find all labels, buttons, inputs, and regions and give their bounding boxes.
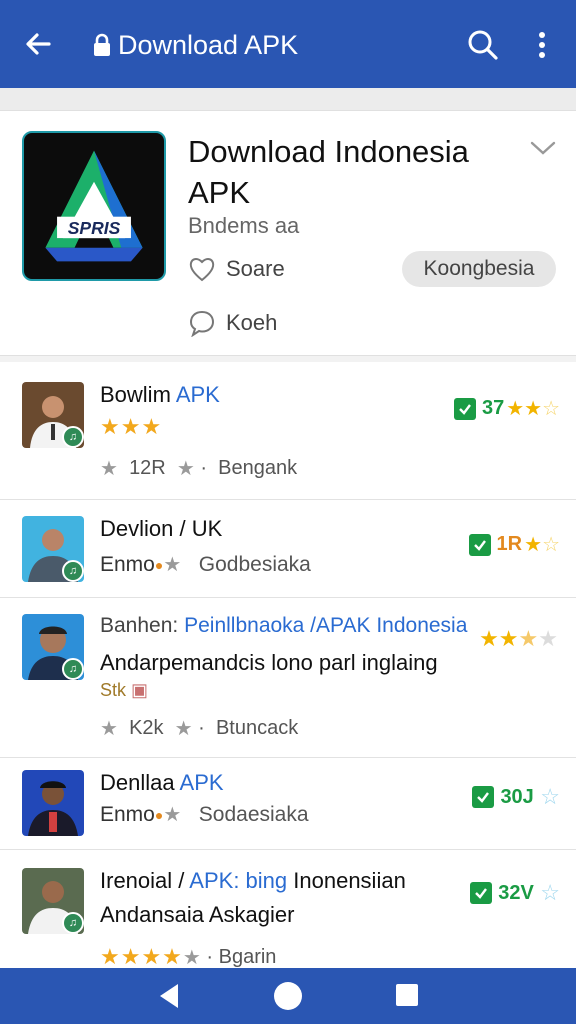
- app-icon[interactable]: SPRIS: [22, 131, 166, 281]
- chat-bubble-icon: [189, 310, 215, 337]
- back-button[interactable]: [20, 26, 56, 62]
- item-meta: ★ 12R ★ · Bengank: [100, 457, 298, 480]
- verified-badge: ♫: [62, 912, 84, 934]
- verified-badge: ♫: [62, 658, 84, 680]
- item-rating-stars: ★★ ★ ★: [479, 626, 558, 651]
- item-rating-tag: 32V ☆: [470, 880, 560, 906]
- comment-label: Koeh: [226, 310, 278, 335]
- app-icon-text: SPRIS: [68, 218, 121, 238]
- list-item[interactable]: ♫ Devlion / UK Enmo ● ★ Godbesiaka 1R ★ ☆: [0, 500, 576, 598]
- more-options-icon[interactable]: [530, 28, 554, 62]
- lock-icon: [94, 33, 110, 56]
- share-label: Soare: [226, 256, 285, 281]
- item-title: Denllaa APK: [100, 770, 224, 795]
- title-area: Download APK: [92, 28, 298, 62]
- item-subtitle: Andarpemandcis lono parl inglaing: [100, 650, 438, 675]
- star-icon: ★: [100, 718, 118, 740]
- heart-icon: [189, 258, 215, 282]
- header-divider: [0, 88, 576, 110]
- star-icon: ★: [174, 718, 193, 740]
- nav-back-icon[interactable]: [156, 982, 182, 1010]
- arrow-left-icon: [26, 33, 51, 55]
- app-logo-icon: SPRIS: [45, 150, 143, 262]
- item-title: Irenoial / APK: bing Inonensiian: [100, 868, 406, 893]
- page-title: Download APK: [118, 29, 299, 60]
- star-icon: ★: [176, 458, 195, 480]
- system-nav-bar: [0, 968, 576, 1024]
- star-icon: ★: [163, 554, 182, 576]
- share-action[interactable]: Soare: [188, 255, 285, 283]
- star-icon: ★: [100, 458, 118, 480]
- item-rating-tag: 30J ☆: [472, 784, 560, 810]
- item-rating-tag: 1R ★ ☆: [468, 532, 560, 557]
- item-extra: Stk ▣: [100, 680, 149, 700]
- top-app-bar: Download APK: [0, 0, 576, 88]
- nav-home-icon[interactable]: [274, 982, 302, 1010]
- item-rating-tag: 37 ★★ ☆: [453, 396, 560, 421]
- avatar: ♫: [22, 614, 84, 680]
- item-meta: ★ K2k ★ · Btuncack: [100, 717, 299, 740]
- item-meta: Enmo ● ★ Godbesiaka: [100, 552, 311, 577]
- chevron-down-icon[interactable]: [528, 135, 558, 159]
- check-icon: [468, 533, 491, 556]
- avatar: ♫: [22, 516, 84, 582]
- avatar: ♫: [22, 868, 84, 934]
- app-name: Download Indonesia APK: [188, 134, 469, 210]
- category-chip[interactable]: Koongbesia: [402, 251, 556, 287]
- app-list: ♫ Bowlim APK ★★★ ★ 12R ★ · Bengank 37 ★★ ☆…: [0, 362, 576, 968]
- check-icon: [453, 397, 476, 420]
- avatar: [22, 770, 84, 836]
- verified-badge: ♫: [62, 560, 84, 582]
- avatar: ♫: [22, 382, 84, 448]
- verified-badge: ♫: [62, 426, 84, 448]
- item-subtitle: Andansaia Askagier: [100, 902, 295, 927]
- list-item[interactable]: ♫ Bowlim APK ★★★ ★ 12R ★ · Bengank 37 ★★ ☆: [0, 362, 576, 500]
- search-icon[interactable]: [466, 28, 500, 62]
- item-rating-stars: ★★★: [100, 414, 163, 439]
- list-item[interactable]: ♫ Banhen: Peinllbnaoka /APAK Indonesia A…: [0, 598, 576, 758]
- star-icon: ★: [182, 946, 201, 969]
- check-icon: [472, 786, 495, 808]
- item-meta: Enmo ● ★ Sodaesiaka: [100, 802, 309, 827]
- item-meta: ★★★★ ★ · Bgarin: [100, 944, 277, 969]
- star-icon: ★: [163, 804, 182, 826]
- list-item[interactable]: Denllaa APK Enmo ● ★ Sodaesiaka 30J ☆: [0, 758, 576, 850]
- item-title: Bowlim APK: [100, 382, 220, 407]
- list-item[interactable]: ♫ Irenoial / APK: bing Inonensiian Andan…: [0, 850, 576, 968]
- check-icon: [470, 882, 493, 904]
- item-title: Devlion / UK: [100, 516, 223, 541]
- comment-action[interactable]: Koeh: [188, 309, 277, 337]
- item-title: Banhen: Peinllbnaoka /APAK Indonesia: [100, 614, 468, 637]
- app-developer[interactable]: Bndems aa: [188, 213, 299, 239]
- nav-recents-icon[interactable]: [396, 984, 418, 1006]
- app-details-card: SPRIS Download Indonesia APK Bndems aa S…: [0, 110, 576, 356]
